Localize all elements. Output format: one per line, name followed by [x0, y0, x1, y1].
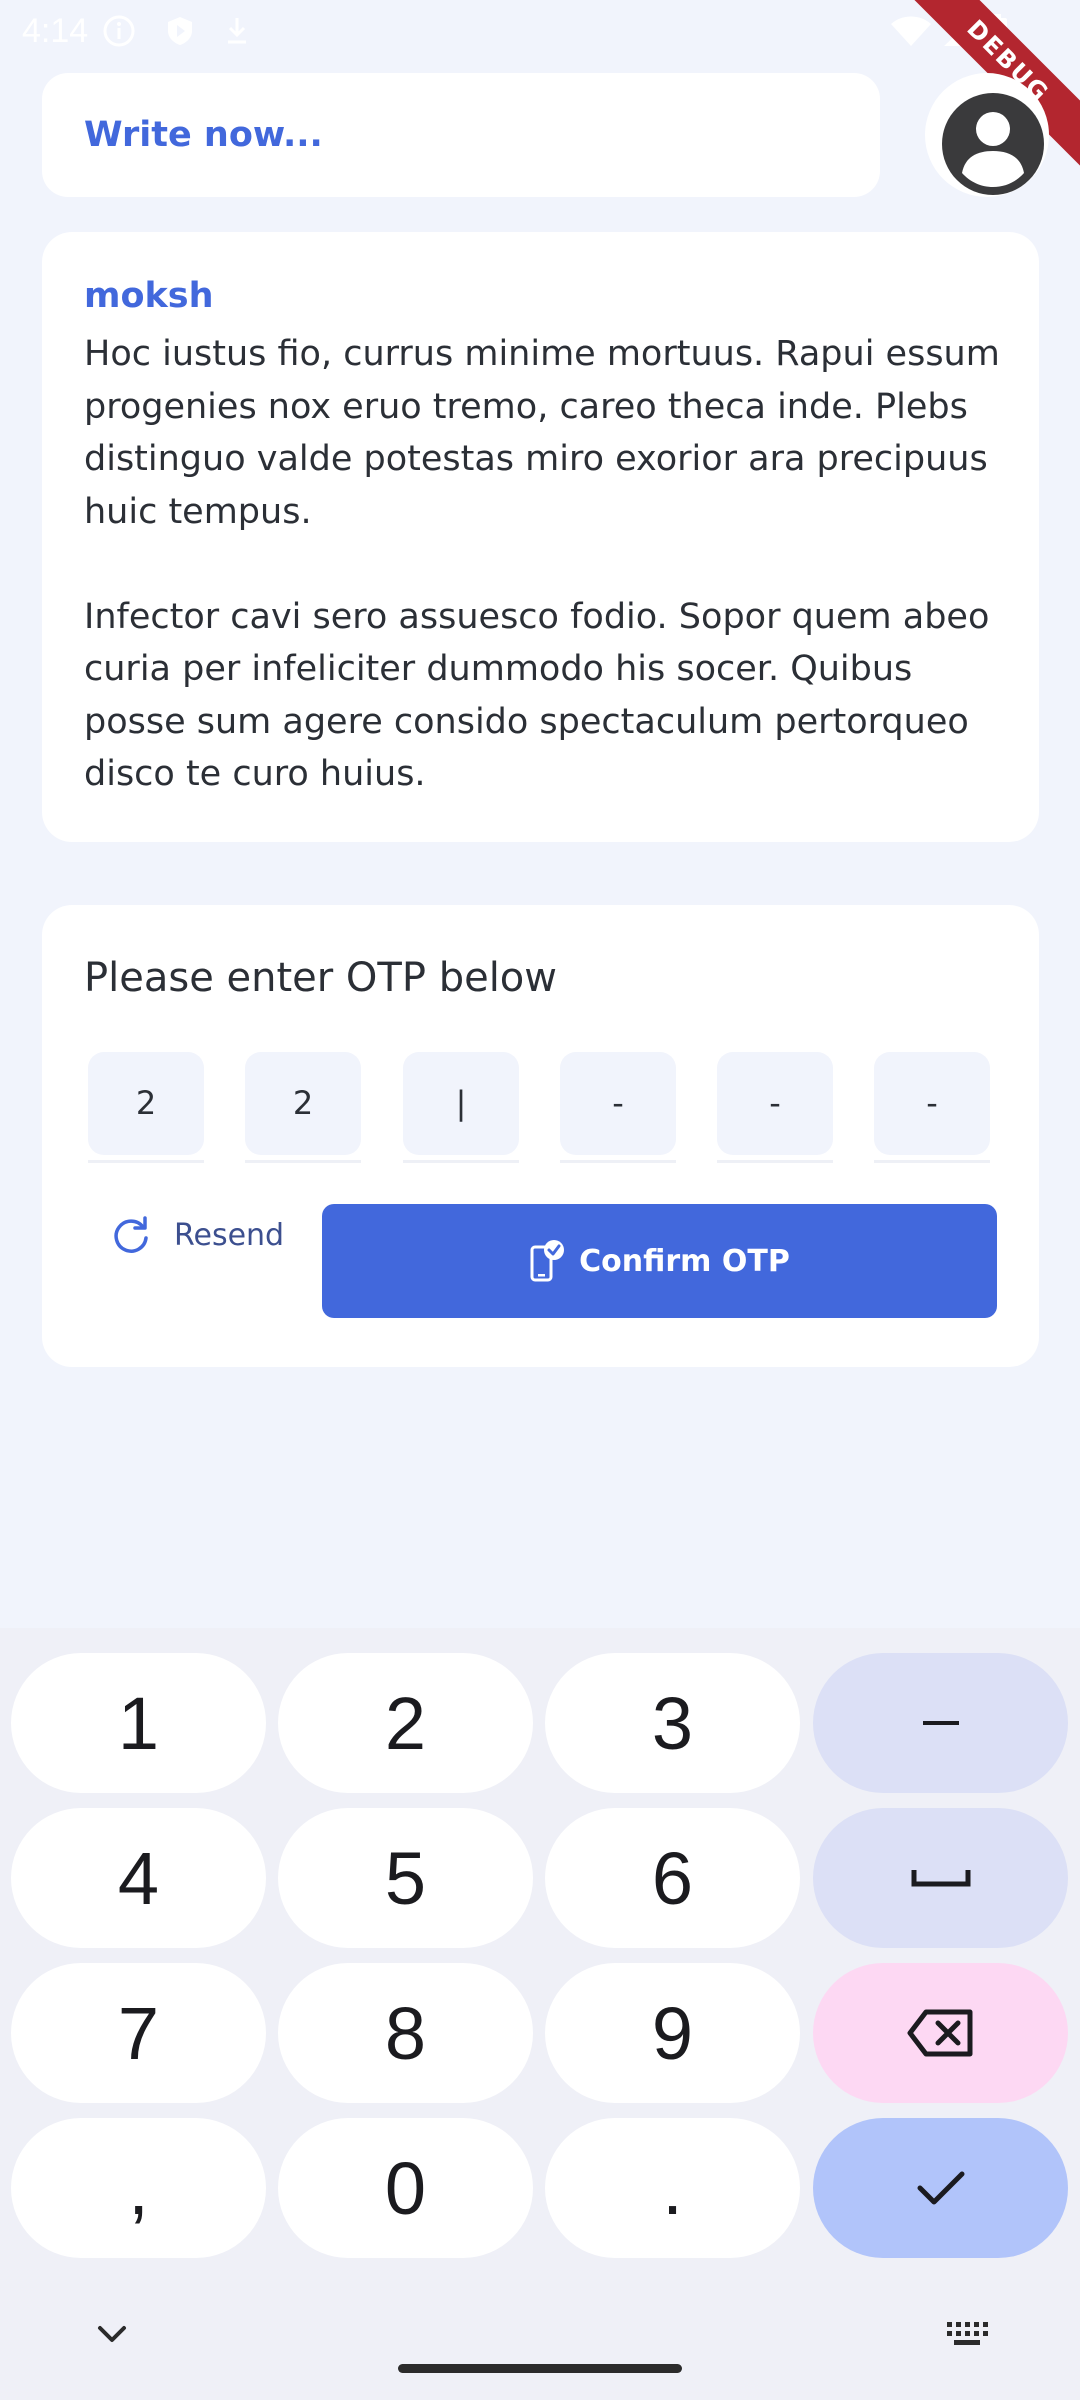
key-8[interactable]: 8	[278, 1963, 533, 2103]
wifi-icon	[890, 14, 932, 52]
write-post-input[interactable]: Write now...	[42, 73, 880, 197]
post-card: moksh Hoc iustus fio, currus minime mort…	[42, 232, 1039, 842]
space-icon	[911, 1870, 970, 1887]
otp-card: Please enter OTP below 2 2 | - - - Resen…	[42, 905, 1039, 1367]
post-body: Hoc iustus fio, currus minime mortuus. R…	[84, 334, 1000, 794]
key-0[interactable]: 0	[278, 2118, 533, 2258]
key-7[interactable]: 7	[11, 1963, 266, 2103]
key-3[interactable]: 3	[545, 1653, 800, 1793]
resend-button[interactable]: Resend	[110, 1205, 284, 1265]
otp-title: Please enter OTP below	[84, 955, 557, 1001]
status-bar: 4:14	[0, 0, 1080, 62]
key-4[interactable]: 4	[11, 1808, 266, 1948]
key-comma[interactable]: ,	[11, 2118, 266, 2258]
key-dash[interactable]: –	[813, 1653, 1068, 1793]
key-9[interactable]: 9	[545, 1963, 800, 2103]
key-backspace[interactable]: ⌫	[813, 1963, 1068, 2103]
otp-digit-3[interactable]: |	[403, 1052, 519, 1163]
keyboard-hide-icon[interactable]	[94, 2322, 130, 2350]
profile-avatar-button[interactable]	[925, 73, 1049, 197]
key-6[interactable]: 6	[545, 1808, 800, 1948]
refresh-icon	[114, 1216, 148, 1253]
otp-digit-1[interactable]: 2	[88, 1052, 204, 1163]
key-done[interactable]: ✓	[813, 2118, 1068, 2258]
status-time: 4:14	[22, 12, 89, 50]
numeric-keyboard: 1 2 3 – 4 5 6 ␣ 7 8 9 ⌫ , 0 . ✓	[0, 1628, 1080, 2400]
account-circle-icon	[942, 93, 1044, 195]
otp-digit-2[interactable]: 2	[245, 1052, 361, 1163]
keyboard-switch-icon[interactable]	[945, 2320, 989, 2352]
confirm-otp-label: Confirm OTP	[579, 1243, 790, 1279]
checkmark-icon	[917, 2171, 964, 2205]
resend-label: Resend	[174, 1217, 285, 1253]
otp-digit-5[interactable]: -	[717, 1052, 833, 1163]
info-icon	[102, 14, 136, 52]
key-space[interactable]: ␣	[813, 1808, 1068, 1948]
home-indicator[interactable]	[398, 2364, 682, 2373]
key-5[interactable]: 5	[278, 1808, 533, 1948]
phone-check-icon	[530, 1240, 565, 1282]
key-period[interactable]: .	[545, 2118, 800, 2258]
otp-digit-4[interactable]: -	[560, 1052, 676, 1163]
key-2[interactable]: 2	[278, 1653, 533, 1793]
otp-input-row: 2 2 | - - -	[88, 1052, 996, 1163]
backspace-icon	[907, 2009, 972, 2057]
post-author[interactable]: moksh	[84, 276, 214, 316]
download-icon	[222, 14, 252, 52]
play-protect-icon	[163, 14, 197, 52]
dash-icon	[922, 1721, 959, 1725]
write-post-placeholder: Write now...	[84, 115, 323, 155]
confirm-otp-button[interactable]: Confirm OTP	[322, 1204, 997, 1318]
otp-digit-6[interactable]: -	[874, 1052, 990, 1163]
key-1[interactable]: 1	[11, 1653, 266, 1793]
